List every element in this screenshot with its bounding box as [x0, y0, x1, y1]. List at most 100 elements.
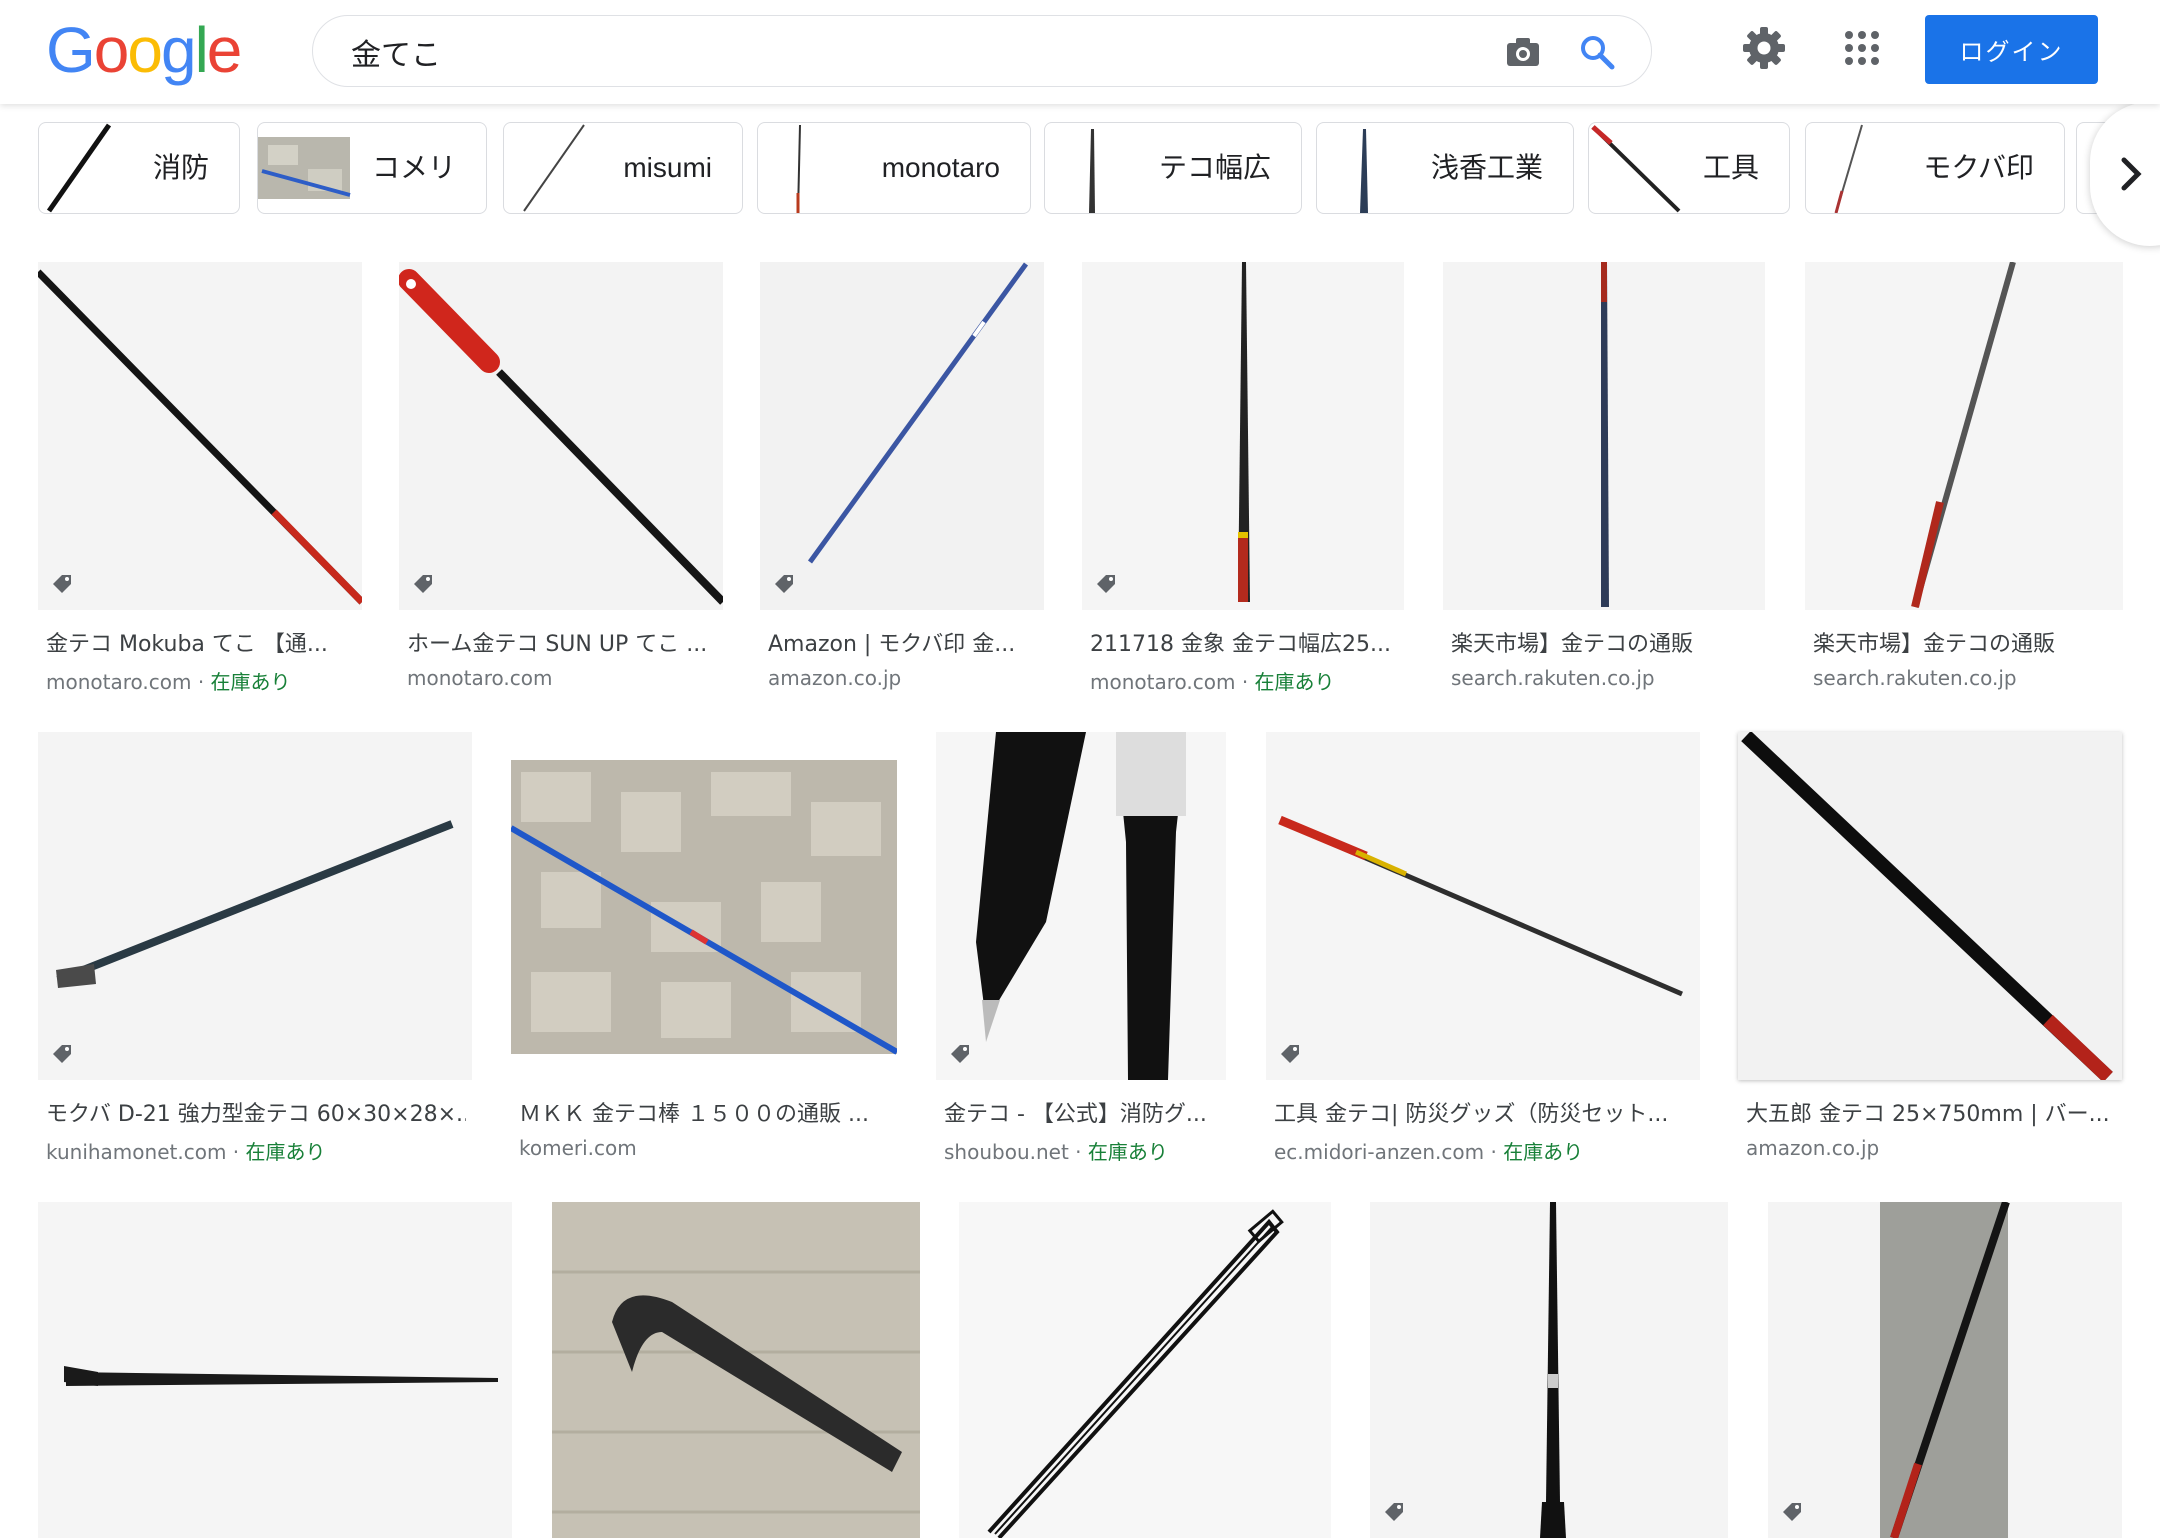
result-title[interactable]: モクバ D-21 強力型金テコ 60×30×28×...	[46, 1096, 466, 1128]
result-source: komeri.com	[519, 1136, 637, 1160]
chip-label: モクバ印	[1923, 151, 2034, 184]
chip-monotaro[interactable]: monotaro	[757, 122, 1031, 214]
result-meta: ec.midori-anzen.com · 在庫あり	[1274, 1140, 1584, 1164]
apps-grid-icon[interactable]	[1844, 30, 1880, 66]
google-logo[interactable]: Google	[46, 14, 243, 86]
result-title[interactable]: 211718 金象 金テコ幅広25...	[1090, 626, 1400, 658]
chip-label: 消防	[152, 151, 209, 184]
result-image[interactable]	[1805, 262, 2123, 610]
result-image[interactable]	[38, 1202, 512, 1538]
result-image[interactable]	[399, 262, 723, 610]
login-button[interactable]: ログイン	[1925, 15, 2098, 84]
result-meta: amazon.co.jp	[1746, 1136, 1879, 1160]
result-meta: komeri.com	[519, 1136, 637, 1160]
logo-letter: o	[127, 14, 163, 86]
logo-letter: l	[194, 14, 209, 86]
search-box[interactable]	[312, 15, 1652, 87]
result-title[interactable]: 大五郎 金テコ 25×750mm | バー...	[1746, 1096, 2126, 1128]
price-tag-icon	[1385, 1503, 1403, 1521]
related-search-chips: 消防 コメリ misumi monotaro テコ幅広 浅香工業 工具 モクバ印	[38, 122, 2160, 216]
gear-icon[interactable]	[1742, 26, 1786, 70]
chip-thumbnail	[1591, 125, 1681, 213]
search-icon[interactable]	[1579, 34, 1615, 70]
result-title[interactable]: Amazon | モクバ印 金...	[768, 626, 1038, 658]
chip-label: 浅香工業	[1430, 151, 1543, 184]
result-image[interactable]	[38, 262, 362, 610]
stock-badge: 在庫あり	[210, 670, 291, 694]
result-image[interactable]	[959, 1202, 1331, 1538]
result-source: monotaro.com	[407, 666, 553, 690]
chip-thumbnail	[46, 123, 112, 213]
stock-badge: 在庫あり	[245, 1140, 326, 1164]
result-image[interactable]	[511, 732, 897, 1080]
chip-komeri[interactable]: コメリ	[257, 122, 487, 214]
price-tag-icon	[414, 575, 432, 593]
price-tag-icon	[53, 1045, 71, 1063]
chip-thumbnail	[523, 124, 585, 212]
price-tag-icon	[1097, 575, 1115, 593]
stock-badge: 在庫あり	[1254, 670, 1335, 694]
chip-thumbnail	[258, 137, 351, 199]
result-source: search.rakuten.co.jp	[1813, 666, 2017, 690]
result-meta: kunihamonet.com · 在庫あり	[46, 1140, 326, 1164]
logo-letter: g	[160, 14, 197, 86]
chip-shoubou[interactable]: 消防	[38, 122, 240, 214]
result-source: amazon.co.jp	[1746, 1136, 1880, 1160]
result-meta: amazon.co.jp	[768, 666, 901, 690]
result-title[interactable]: 金テコ Mokuba てこ 【通...	[46, 626, 356, 658]
chip-thumbnail	[1834, 124, 1863, 213]
chip-thumbnail	[1089, 129, 1095, 213]
result-title[interactable]: 工具 金テコ| 防災グッズ（防災セット...	[1274, 1096, 1694, 1128]
result-meta: monotaro.com · 在庫あり	[46, 670, 291, 694]
result-image[interactable]	[1768, 1202, 2122, 1538]
result-source: amazon.co.jp	[768, 666, 902, 690]
search-input[interactable]	[349, 28, 1453, 76]
result-image[interactable]	[38, 732, 472, 1080]
result-image[interactable]	[1738, 732, 2122, 1080]
result-image[interactable]	[936, 732, 1226, 1080]
result-meta: monotaro.com	[407, 666, 552, 690]
result-image[interactable]	[1082, 262, 1404, 610]
result-meta: search.rakuten.co.jp	[1813, 666, 2017, 690]
result-meta: search.rakuten.co.jp	[1451, 666, 1655, 690]
chip-thumbnail	[1360, 129, 1368, 213]
result-source: ec.midori-anzen.com	[1274, 1140, 1485, 1164]
result-image[interactable]	[1266, 732, 1700, 1080]
result-meta: monotaro.com · 在庫あり	[1090, 670, 1335, 694]
stock-badge: 在庫あり	[1503, 1140, 1584, 1164]
logo-letter: e	[206, 14, 243, 86]
chip-label: 工具	[1702, 151, 1759, 184]
chip-label: misumi	[623, 152, 712, 183]
chip-teko-habahiro[interactable]: テコ幅広	[1044, 122, 1302, 214]
price-tag-icon	[951, 1045, 969, 1063]
result-image[interactable]	[760, 262, 1044, 610]
result-source: monotaro.com	[1090, 670, 1236, 694]
result-title[interactable]: 楽天市場】金テコの通販	[1813, 626, 2123, 658]
result-image[interactable]	[552, 1202, 920, 1538]
stock-badge: 在庫あり	[1087, 1140, 1168, 1164]
chip-kougu[interactable]: 工具	[1588, 122, 1790, 214]
chip-thumbnail	[796, 124, 801, 213]
camera-icon[interactable]	[1505, 36, 1541, 68]
logo-letter: G	[46, 14, 96, 86]
logo-letter: o	[93, 14, 130, 86]
result-title[interactable]: ホーム金テコ SUN UP てこ ...	[407, 626, 717, 658]
result-source: monotaro.com	[46, 670, 192, 694]
header-bar: Google ログイン	[0, 0, 2160, 104]
result-title[interactable]: 金テコ - 【公式】消防グ...	[944, 1096, 1224, 1128]
price-tag-icon	[53, 575, 71, 593]
result-title[interactable]: ＭＫＫ 金テコ棒 １５００の通販 ...	[519, 1096, 899, 1128]
chevron-right-icon	[2121, 157, 2142, 191]
result-image[interactable]	[1370, 1202, 1728, 1538]
chip-mokuba[interactable]: モクバ印	[1805, 122, 2065, 214]
result-image[interactable]	[1443, 262, 1765, 610]
result-source: search.rakuten.co.jp	[1451, 666, 1655, 690]
chip-label: コメリ	[371, 151, 456, 184]
price-tag-icon	[1783, 1503, 1801, 1521]
chip-misumi[interactable]: misumi	[503, 122, 743, 214]
chip-asaka[interactable]: 浅香工業	[1316, 122, 1574, 214]
result-title[interactable]: 楽天市場】金テコの通販	[1451, 626, 1761, 658]
chip-label: monotaro	[881, 152, 1000, 183]
price-tag-icon	[1281, 1045, 1299, 1063]
chip-label: テコ幅広	[1158, 151, 1271, 184]
